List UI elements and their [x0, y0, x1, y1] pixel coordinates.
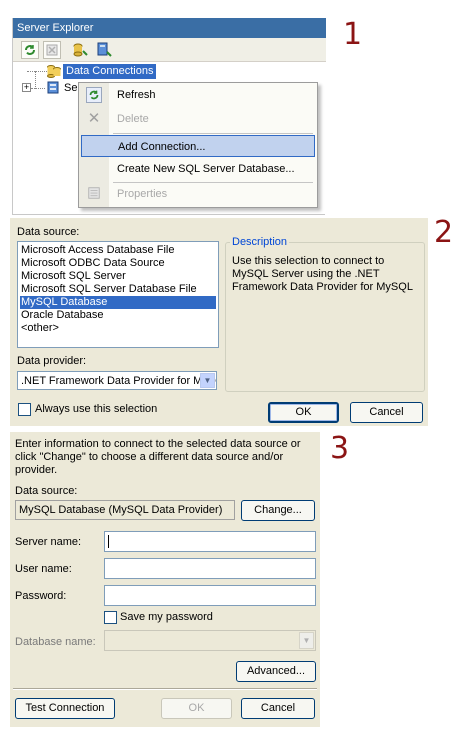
- password-label: Password:: [15, 590, 67, 602]
- menu-item-properties[interactable]: Properties: [79, 183, 317, 205]
- step-number-3: 3: [330, 431, 350, 466]
- list-item[interactable]: Oracle Database: [20, 309, 216, 322]
- data-source-list[interactable]: Microsoft Access Database File Microsoft…: [17, 241, 219, 348]
- database-name-label: Database name:: [15, 636, 96, 648]
- save-password-label: Save my password: [120, 611, 213, 623]
- password-input[interactable]: [104, 585, 316, 606]
- add-connection-intro: Enter information to connect to the sele…: [15, 438, 301, 476]
- cancel-button[interactable]: Cancel: [350, 402, 423, 423]
- context-menu: Refresh ✕ Delete Add Connection... Creat…: [78, 82, 318, 208]
- chevron-down-icon[interactable]: ▼: [200, 373, 215, 388]
- dialog-separator: [13, 688, 317, 690]
- servers-icon: [46, 81, 62, 95]
- menu-item-add-connection[interactable]: Add Connection...: [81, 135, 315, 157]
- menu-item-label: Add Connection...: [118, 141, 206, 153]
- data-provider-value: .NET Framework Data Provider for MySQL: [21, 375, 217, 387]
- change-data-source-dialog: Data source: Microsoft Access Database F…: [10, 218, 428, 426]
- connect-to-database-icon[interactable]: [71, 41, 89, 59]
- menu-item-label: Delete: [117, 113, 149, 125]
- tree-connector: [27, 71, 47, 72]
- data-provider-label: Data provider:: [17, 355, 87, 367]
- user-name-label: User name:: [15, 563, 72, 575]
- save-password-checkbox[interactable]: [104, 611, 117, 624]
- tree-connector: [31, 88, 45, 89]
- database-name-select[interactable]: ▼: [104, 630, 316, 651]
- stop-icon[interactable]: [43, 41, 61, 59]
- data-source-label: Data source:: [17, 226, 80, 238]
- ok-button[interactable]: OK: [268, 402, 339, 423]
- menu-separator: [113, 133, 313, 134]
- chevron-down-icon[interactable]: ▼: [299, 632, 314, 649]
- menu-item-delete[interactable]: ✕ Delete: [79, 108, 317, 130]
- list-item[interactable]: Microsoft SQL Server Database File: [20, 283, 216, 296]
- menu-item-label: Create New SQL Server Database...: [117, 163, 295, 175]
- always-use-checkbox[interactable]: [18, 403, 31, 416]
- expand-icon[interactable]: +: [22, 83, 31, 92]
- description-text: Use this selection to connect to MySQL S…: [232, 255, 413, 293]
- text-cursor: [108, 535, 109, 548]
- step-number-2: 2: [434, 215, 454, 250]
- add-connection-dialog: Enter information to connect to the sele…: [10, 432, 320, 727]
- list-item-selected[interactable]: MySQL Database: [20, 296, 216, 309]
- delete-icon: ✕: [87, 110, 101, 127]
- change-button[interactable]: Change...: [241, 500, 315, 521]
- menu-item-label: Refresh: [117, 89, 156, 101]
- connect-to-server-icon[interactable]: [95, 41, 113, 59]
- advanced-button[interactable]: Advanced...: [236, 661, 316, 682]
- menu-item-label: Properties: [117, 188, 168, 200]
- description-title: Description: [230, 236, 290, 248]
- list-item[interactable]: Microsoft SQL Server: [20, 270, 216, 283]
- data-source-label: Data source:: [15, 485, 78, 497]
- list-item[interactable]: <other>: [20, 322, 216, 335]
- user-name-input[interactable]: [104, 558, 316, 579]
- list-item[interactable]: Microsoft ODBC Data Source: [20, 257, 216, 270]
- properties-icon: [86, 186, 102, 202]
- list-item[interactable]: Microsoft Access Database File: [20, 244, 216, 257]
- data-connections-icon: [46, 64, 62, 78]
- data-source-value: MySQL Database (MySQL Data Provider): [19, 504, 223, 516]
- refresh-icon: [86, 87, 102, 103]
- always-use-label: Always use this selection: [35, 403, 158, 415]
- tree-node-data-connections[interactable]: Data Connections: [63, 64, 157, 79]
- data-provider-select[interactable]: .NET Framework Data Provider for MySQL ▼: [17, 371, 217, 390]
- refresh-icon[interactable]: [21, 41, 39, 59]
- menu-item-refresh[interactable]: Refresh: [79, 84, 317, 106]
- menu-item-create-new-sql-server-database[interactable]: Create New SQL Server Database...: [79, 158, 317, 180]
- server-explorer-toolbar: [13, 38, 326, 62]
- ok-button[interactable]: OK: [161, 698, 232, 719]
- server-name-input[interactable]: [104, 531, 316, 552]
- step-number-1: 1: [343, 17, 363, 52]
- server-name-label: Server name:: [15, 536, 82, 548]
- cancel-button[interactable]: Cancel: [241, 698, 315, 719]
- tree-connector: [35, 71, 36, 89]
- server-explorer-title: Server Explorer: [13, 18, 326, 38]
- data-source-field: MySQL Database (MySQL Data Provider): [15, 500, 235, 520]
- test-connection-button[interactable]: Test Connection: [15, 698, 115, 719]
